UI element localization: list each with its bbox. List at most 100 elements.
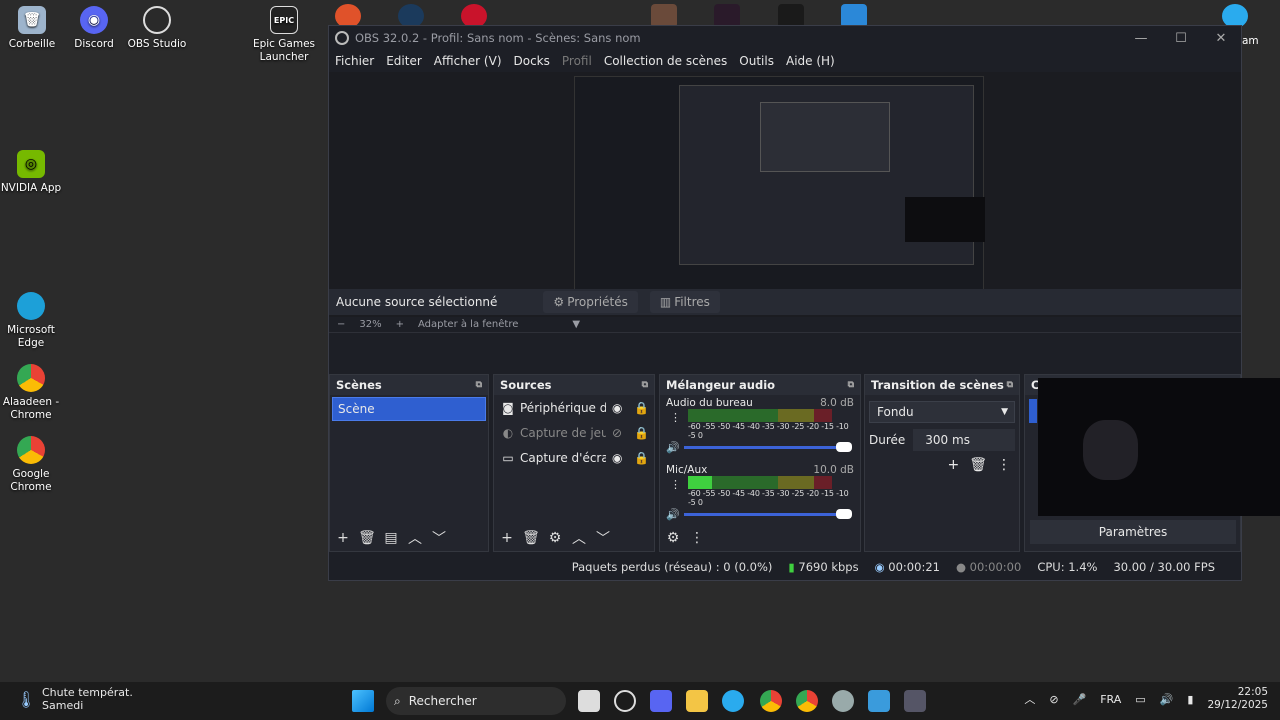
battery-icon[interactable]: ▮ [1187, 693, 1193, 706]
zoom-out-button[interactable]: − [337, 319, 345, 330]
desktop-icon-epic[interactable]: EPIC Epic Games Launcher [249, 6, 319, 64]
gear-icon[interactable]: ⚙ [546, 530, 564, 546]
level-meter [688, 409, 854, 422]
popout-icon[interactable]: ⧉ [476, 380, 482, 390]
desktop-icon-chrome[interactable]: Google Chrome [0, 436, 66, 494]
display-icon[interactable]: ▭ [1135, 693, 1145, 706]
popout-icon[interactable]: ⧉ [1007, 380, 1013, 390]
settings-icon[interactable] [832, 690, 854, 712]
menu-fichier[interactable]: Fichier [335, 54, 374, 68]
chrome-icon[interactable] [760, 690, 782, 712]
lock-icon[interactable]: 🔒 [634, 426, 649, 440]
discord-icon: ◉ [80, 6, 108, 34]
speaker-icon[interactable]: 🔊 [666, 508, 684, 521]
desktop-icon-recycle-bin[interactable]: 🗑 Corbeille [0, 6, 67, 51]
source-item[interactable]: ◙ Périphérique de capture ◉ 🔒 [494, 395, 654, 420]
zoom-in-button[interactable]: + [396, 319, 404, 330]
source-item[interactable]: ◐ Capture de jeu ⊘ 🔒 [494, 420, 654, 445]
desktop-icon-edge[interactable]: Microsoft Edge [0, 292, 66, 350]
arrow-up-icon[interactable]: ︿ [406, 528, 424, 548]
duration-input[interactable]: 300 ms [913, 429, 1015, 451]
popout-icon[interactable]: ⧉ [848, 380, 854, 390]
speaker-icon[interactable]: 🔊 [666, 441, 684, 454]
edge-icon [17, 292, 45, 320]
desktop-icon-obs[interactable]: OBS Studio [122, 6, 192, 51]
channel-menu-icon[interactable]: ⋮ [670, 411, 681, 424]
add-icon[interactable]: + [947, 457, 959, 473]
eye-icon[interactable]: ◉ [612, 401, 628, 415]
menu-docks[interactable]: Docks [514, 54, 550, 68]
add-icon[interactable]: + [498, 530, 516, 546]
fit-window-select[interactable]: Adapter à la fenêtre [418, 319, 518, 330]
dropped-frames: Paquets perdus (réseau) : 0 (0.0%) [571, 560, 773, 574]
add-icon[interactable]: + [334, 530, 352, 546]
filter-icon[interactable]: ▤ [382, 530, 400, 546]
obs-icon[interactable] [614, 690, 636, 712]
folder-icon[interactable] [686, 690, 708, 712]
taskview-icon[interactable] [578, 690, 600, 712]
volume-slider[interactable] [684, 441, 852, 452]
chevron-down-icon[interactable]: ▼ [572, 319, 580, 330]
popout-icon[interactable]: ⧉ [642, 380, 648, 390]
language-indicator[interactable]: FRA [1100, 693, 1121, 706]
channel-menu-icon[interactable]: ⋮ [670, 478, 681, 491]
menu-afficher[interactable]: Afficher (V) [434, 54, 502, 68]
preview-image [574, 76, 985, 306]
start-stream-button[interactable] [1029, 399, 1037, 423]
minimize-button[interactable]: — [1121, 31, 1161, 46]
chevron-up-icon[interactable]: ︿ [1024, 691, 1035, 707]
advanced-audio-icon[interactable]: ⚙ [664, 530, 682, 546]
menu-collection[interactable]: Collection de scènes [604, 54, 727, 68]
sources-title: Sources [500, 378, 552, 392]
lock-icon[interactable]: 🔒 [634, 401, 649, 415]
sources-dock: Sources ⧉ ◙ Périphérique de capture ◉ 🔒 ◐… [493, 374, 655, 552]
window-title: OBS 32.0.2 - Profil: Sans nom - Scènes: … [355, 31, 641, 45]
preview-canvas[interactable]: − 32% + Adapter à la fenêtre ▼ [329, 72, 1241, 333]
title-bar[interactable]: OBS 32.0.2 - Profil: Sans nom - Scènes: … [329, 26, 1241, 50]
telegram-icon[interactable] [722, 690, 744, 712]
menu-dots-icon[interactable]: ⋮ [688, 530, 706, 546]
record-icon: ● [955, 560, 966, 574]
trash-icon[interactable]: 🗑 [969, 457, 987, 473]
network-off-icon[interactable]: ⊘ [1049, 693, 1058, 706]
calculator-icon[interactable] [904, 690, 926, 712]
search-box[interactable]: ⌕ Rechercher [386, 687, 566, 715]
clock[interactable]: 22:05 29/12/2025 [1207, 686, 1268, 712]
epic-icon: EPIC [270, 6, 298, 34]
arrow-up-icon[interactable]: ︿ [570, 528, 588, 548]
mixer-channel: Audio du bureau 8.0 dB ⋮ -60 -55 -50 -45 … [660, 395, 860, 456]
close-button[interactable]: ✕ [1201, 31, 1241, 46]
arrow-down-icon[interactable]: ﹀ [430, 528, 448, 548]
trash-icon[interactable]: 🗑 [358, 530, 376, 546]
menu-outils[interactable]: Outils [739, 54, 774, 68]
menu-editer[interactable]: Editer [386, 54, 422, 68]
arrow-down-icon[interactable]: ﹀ [594, 528, 612, 548]
filters-button[interactable]: ▥ Filtres [649, 291, 720, 313]
eye-hidden-icon[interactable]: ⊘ [612, 426, 628, 440]
weather-widget[interactable]: 🌡 Chute températ. Samedi [16, 686, 133, 712]
menu-aide[interactable]: Aide (H) [786, 54, 835, 68]
desktop-icon-discord[interactable]: ◉ Discord [59, 6, 129, 51]
desktop-icon-label-partial: am [1242, 35, 1259, 47]
chrome-icon[interactable] [796, 690, 818, 712]
properties-button[interactable]: ⚙ Propriétés [543, 291, 638, 313]
audio-mixer-dock: Mélangeur audio ⧉ Audio du bureau 8.0 dB ⋮… [659, 374, 861, 552]
maximize-button[interactable]: ☐ [1161, 31, 1201, 46]
settings-button[interactable]: Paramètres [1030, 520, 1236, 544]
menu-dots-icon[interactable]: ⋮ [997, 457, 1011, 473]
start-button[interactable] [352, 690, 374, 712]
scene-item[interactable]: Scène [332, 397, 486, 421]
menu-profil[interactable]: Profil [562, 54, 592, 68]
mic-icon[interactable]: 🎤 [1073, 693, 1087, 706]
desktop-icon-chrome-alaadeen[interactable]: Alaadeen - Chrome [0, 364, 66, 422]
volume-icon[interactable]: 🔊 [1160, 693, 1174, 706]
source-item[interactable]: ▭ Capture d'écran ◉ 🔒 [494, 445, 654, 470]
discord-icon[interactable] [650, 690, 672, 712]
trash-icon[interactable]: 🗑 [522, 530, 540, 546]
eye-icon[interactable]: ◉ [612, 451, 628, 465]
desktop-icon-nvidia[interactable]: ◎ NVIDIA App [0, 150, 66, 195]
store-icon[interactable] [868, 690, 890, 712]
volume-slider[interactable] [684, 508, 852, 519]
lock-icon[interactable]: 🔒 [634, 451, 649, 465]
transition-select[interactable]: Fondu ▼ [869, 401, 1015, 423]
